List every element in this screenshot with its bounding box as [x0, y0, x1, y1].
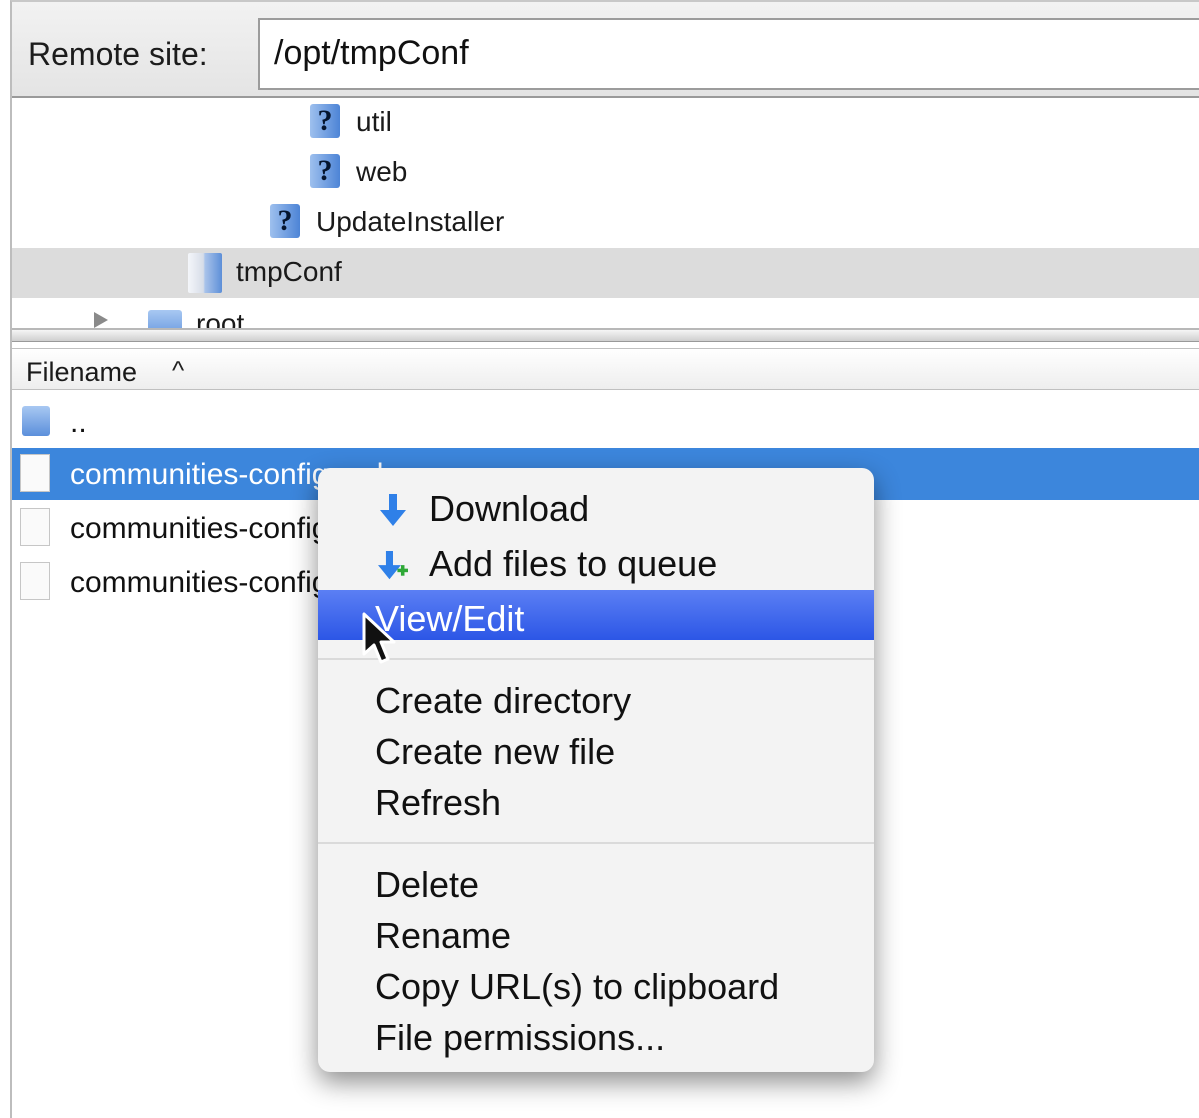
folder-icon — [22, 406, 50, 436]
file-icon — [20, 562, 50, 600]
menu-item-file-permissions[interactable]: File permissions... — [318, 1009, 874, 1059]
remote-site-input[interactable]: /opt/tmpConf — [258, 18, 1199, 90]
menu-item-refresh[interactable]: Refresh — [318, 774, 874, 824]
folder-icon — [148, 310, 182, 328]
menu-item-label: Refresh — [375, 782, 502, 823]
column-header-label: Filename — [26, 357, 138, 387]
unknown-folder-icon: ? — [270, 204, 300, 238]
file-name: .. — [70, 406, 87, 439]
tree-item-updateinstaller[interactable]: ? UpdateInstaller — [12, 198, 1199, 248]
unknown-folder-icon: ? — [310, 154, 340, 188]
menu-item-label: File permissions... — [375, 1017, 666, 1058]
add-to-queue-icon — [378, 551, 408, 580]
tree-item-util[interactable]: ? util — [12, 98, 1199, 148]
menu-item-rename[interactable]: Rename — [318, 907, 874, 957]
pane-splitter[interactable] — [12, 330, 1199, 342]
menu-item-label: Copy URL(s) to clipboard — [375, 966, 780, 1007]
menu-item-label: Delete — [375, 864, 480, 905]
menu-item-add-to-queue[interactable]: Add files to queue — [318, 535, 874, 585]
open-folder-icon — [188, 253, 222, 293]
menu-item-label: Create new file — [375, 731, 616, 772]
tree-item-label: UpdateInstaller — [316, 206, 505, 237]
tree-item-label: root — [196, 308, 245, 330]
menu-item-create-directory[interactable]: Create directory — [318, 672, 874, 722]
tree-item-label: util — [356, 106, 392, 137]
menu-item-create-new-file[interactable]: Create new file — [318, 723, 874, 773]
file-row-parent[interactable]: .. — [12, 396, 1199, 448]
sort-ascending-icon: ^ — [172, 355, 185, 385]
remote-directory-tree[interactable]: ? util ? web ? UpdateInstaller tmpConf r… — [12, 98, 1199, 330]
menu-separator — [318, 658, 874, 660]
mouse-pointer-icon — [362, 612, 396, 664]
remote-site-bar: Remote site: /opt/tmpConf — [12, 2, 1199, 98]
menu-item-label: Download — [429, 488, 590, 529]
menu-item-label: Create directory — [375, 680, 632, 721]
menu-item-delete[interactable]: Delete — [318, 856, 874, 906]
remote-site-label: Remote site: — [28, 36, 208, 72]
tree-item-label: web — [356, 156, 408, 187]
unknown-folder-icon: ? — [310, 104, 340, 138]
menu-item-label: Rename — [375, 915, 512, 956]
download-arrow-icon — [380, 494, 406, 526]
menu-item-view-edit[interactable]: View/Edit — [318, 590, 874, 640]
tree-item-web[interactable]: ? web — [12, 148, 1199, 198]
tree-item-root[interactable]: root — [12, 298, 1199, 330]
disclosure-triangle-icon[interactable] — [94, 312, 108, 328]
file-icon — [20, 454, 50, 492]
menu-item-copy-url[interactable]: Copy URL(s) to clipboard — [318, 958, 874, 1008]
menu-separator — [318, 842, 874, 844]
context-menu: Download Add files to queue View/Edit Cr… — [318, 468, 874, 1072]
menu-item-download[interactable]: Download — [318, 480, 874, 530]
tree-item-label: tmpConf — [236, 256, 342, 287]
file-icon — [20, 508, 50, 546]
column-header-filename[interactable]: Filename ^ — [12, 348, 1199, 390]
menu-item-label: Add files to queue — [429, 543, 718, 584]
tree-item-tmpconf[interactable]: tmpConf — [12, 248, 1199, 298]
